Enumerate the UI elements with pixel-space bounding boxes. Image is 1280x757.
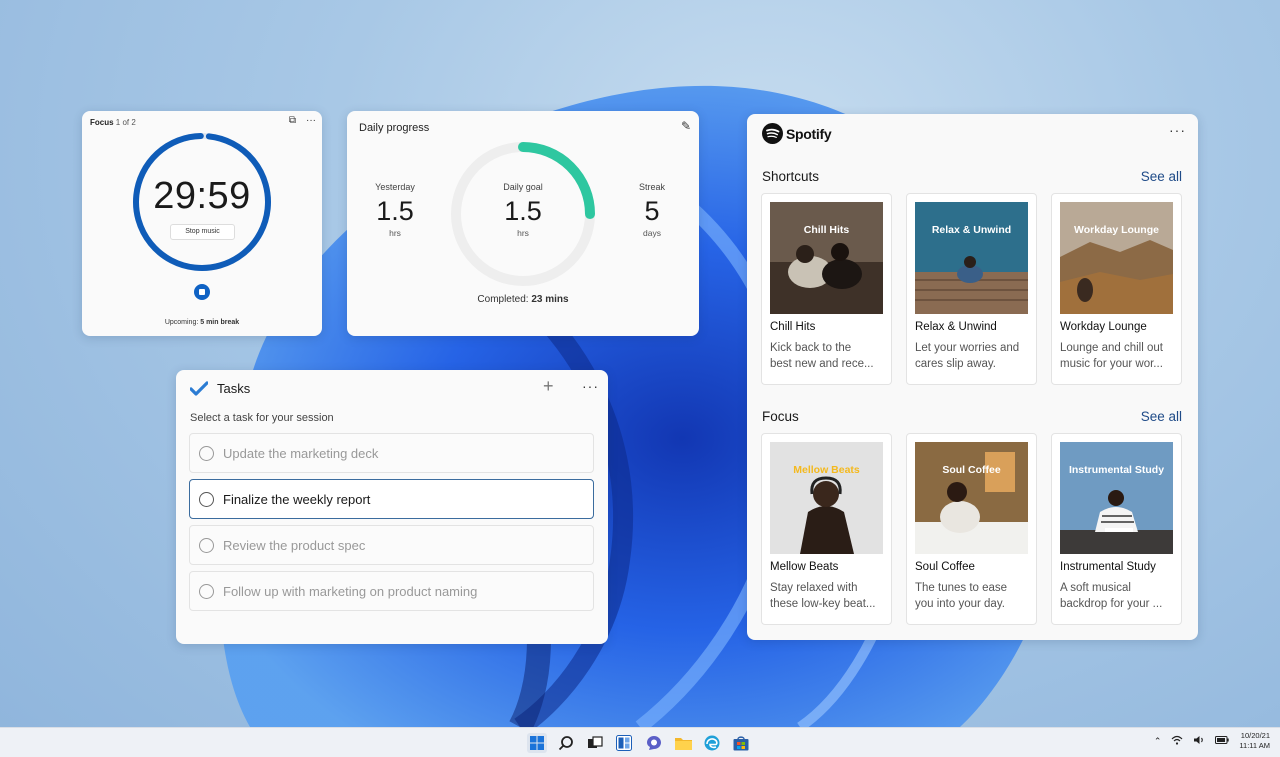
completed-label: Completed: 23 mins (477, 294, 569, 305)
playlist-cover: Soul Coffee (915, 442, 1028, 554)
task-radio-icon[interactable] (199, 583, 214, 599)
playlist-description: Lounge and chill out music for your wor..… (1060, 342, 1163, 370)
upcoming-label: Upcoming: 5 min break (164, 319, 240, 326)
tasks-hint: Select a task for your session (190, 412, 334, 424)
yesterday-stat: Yesterday 1.5 hrs (375, 182, 415, 238)
playlist-description: The tunes to ease you into your day. (915, 582, 1008, 610)
add-task-icon[interactable]: + (543, 376, 554, 397)
playlist-description: Let your worries and cares slip away. (915, 342, 1020, 370)
todo-check-icon (190, 381, 208, 396)
cover-title: Workday Lounge (1074, 224, 1159, 236)
clock-date: 10/20/21 (1240, 731, 1270, 740)
playlist-cover: Mellow Beats (770, 442, 883, 554)
file-explorer-icon[interactable] (673, 733, 693, 753)
playlist-cover: Relax & Unwind (915, 202, 1028, 314)
task-item[interactable]: Follow up with marketing on product nami… (189, 571, 594, 611)
battery-icon[interactable] (1215, 736, 1230, 746)
task-radio-icon[interactable] (199, 537, 214, 553)
focus-widget: Focus 1 of 2 ⧉ ··· 29:59 Stop music Upco… (82, 111, 322, 336)
focus-title: Focus 1 of 2 (90, 118, 136, 127)
task-radio-icon[interactable] (199, 445, 214, 461)
system-clock[interactable]: 10/20/21 11:11 AM (1239, 731, 1270, 751)
task-view-icon[interactable] (585, 733, 605, 753)
task-label: Finalize the weekly report (223, 491, 371, 507)
playlist-tile-soul-coffee[interactable]: Soul Coffee Soul Coffee The tunes to eas… (906, 433, 1037, 625)
task-label: Follow up with marketing on product nami… (223, 583, 478, 599)
widgets-icon[interactable] (614, 733, 634, 753)
stop-icon (199, 289, 205, 295)
see-all-shortcuts-link[interactable]: See all (1141, 169, 1182, 184)
playlist-name: Soul Coffee (915, 561, 975, 573)
playlist-cover: Instrumental Study (1060, 442, 1173, 554)
spotify-icon (762, 123, 783, 144)
playlist-tile-instrumental-study[interactable]: Instrumental Study Instrumental Study A … (1051, 433, 1182, 625)
task-item[interactable]: Update the marketing deck (189, 433, 594, 473)
playlist-tile-chill-hits[interactable]: Chill Hits Chill Hits Kick back to the be… (761, 193, 892, 385)
chat-icon[interactable] (644, 733, 664, 753)
task-label: Review the product spec (223, 537, 366, 553)
task-item-selected[interactable]: Finalize the weekly report (189, 479, 594, 519)
more-options-icon[interactable]: ··· (582, 378, 599, 394)
spotify-logo: Spotify (762, 123, 832, 144)
spotify-widget: Spotify ··· Shortcuts See all Chill Hits… (747, 114, 1198, 640)
tasks-title: Tasks (217, 381, 251, 396)
edge-icon[interactable] (702, 733, 722, 753)
cover-title: Relax & Unwind (931, 224, 1012, 236)
chevron-up-icon[interactable]: ⌃ (1154, 736, 1162, 747)
search-icon[interactable] (556, 733, 576, 753)
playlist-name: Relax & Unwind (915, 321, 997, 333)
playlist-tile-relax-unwind[interactable]: Relax & Unwind Relax & Unwind Let your w… (906, 193, 1037, 385)
task-radio-icon[interactable] (199, 491, 214, 507)
cover-title: Chill Hits (803, 224, 850, 236)
playlist-description: Stay relaxed with these low-key beat... (770, 582, 876, 610)
playlist-cover: Chill Hits (770, 202, 883, 314)
taskbar: ⌃ 10/20/21 11:11 AM (0, 727, 1280, 757)
see-all-focus-link[interactable]: See all (1141, 409, 1182, 424)
wifi-icon[interactable] (1171, 735, 1183, 747)
task-item[interactable]: Review the product spec (189, 525, 594, 565)
task-label: Update the marketing deck (223, 445, 379, 461)
playlist-name: Mellow Beats (770, 561, 839, 573)
playlist-description: Kick back to the best new and rece... (770, 342, 874, 370)
timer-display: 29:59 (153, 175, 251, 217)
playlist-name: Chill Hits (770, 321, 816, 333)
daily-progress-widget: Daily progress ✎ Yesterday 1.5 hrs Daily… (347, 111, 699, 336)
playlist-cover: Workday Lounge (1060, 202, 1173, 314)
clock-time: 11:11 AM (1239, 741, 1270, 750)
system-tray: ⌃ 10/20/21 11:11 AM (1154, 731, 1270, 751)
playlist-name: Workday Lounge (1060, 321, 1147, 333)
playlist-name: Instrumental Study (1060, 561, 1156, 573)
more-options-icon[interactable]: ··· (1169, 122, 1186, 138)
store-icon[interactable] (731, 733, 751, 753)
volume-icon[interactable] (1193, 735, 1205, 747)
section-title-shortcuts: Shortcuts (762, 169, 820, 184)
cover-title: Mellow Beats (793, 464, 860, 476)
playlist-tile-mellow-beats[interactable]: Mellow Beats Mellow Beats Stay relaxed w… (761, 433, 892, 625)
open-window-icon[interactable]: ⧉ (289, 115, 296, 126)
playlist-description: A soft musical backdrop for your ... (1060, 582, 1163, 610)
more-options-icon[interactable]: ··· (306, 115, 316, 126)
start-icon[interactable] (527, 733, 547, 753)
daily-progress-title: Daily progress (359, 122, 430, 134)
tasks-widget: Tasks + ··· Select a task for your sessi… (176, 370, 608, 644)
stop-session-button[interactable] (194, 284, 210, 300)
section-title-focus: Focus (762, 409, 799, 424)
streak-stat: Streak 5 days (638, 182, 665, 238)
cover-title: Instrumental Study (1068, 464, 1165, 476)
cover-title: Soul Coffee (942, 464, 1001, 476)
stop-music-button[interactable]: Stop music (170, 224, 235, 240)
edit-pencil-icon[interactable]: ✎ (681, 119, 691, 133)
playlist-tile-workday-lounge[interactable]: Workday Lounge Workday Lounge Lounge and… (1051, 193, 1182, 385)
daily-goal-stat: Daily goal 1.5 hrs (503, 182, 543, 238)
